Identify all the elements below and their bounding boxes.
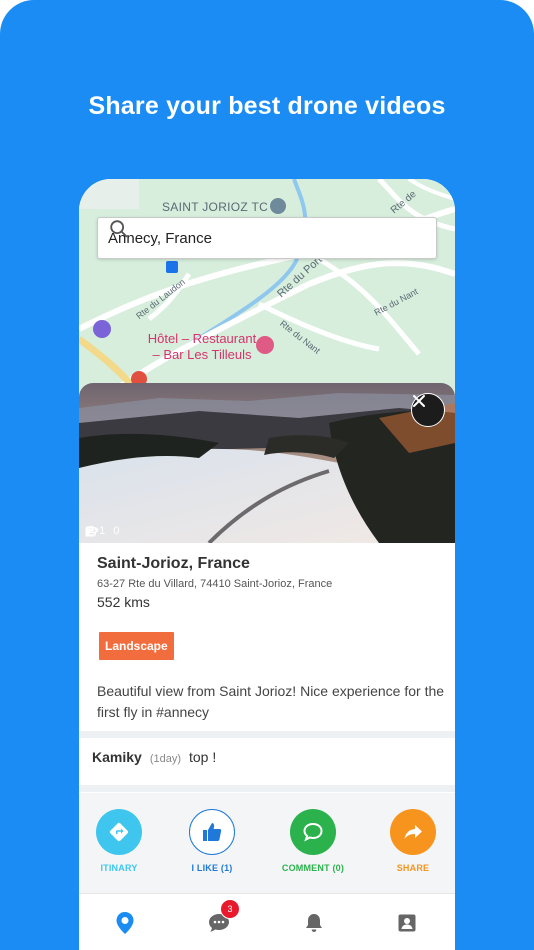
nav-profile[interactable] (392, 908, 422, 938)
share-button[interactable]: SHARE (373, 809, 453, 873)
poi-label-line2: – Bar Les Tilleuls (152, 347, 252, 362)
close-icon (413, 395, 425, 407)
phone-screen: SAINT JORIOZ TC Rte de Rte du Laudon Rte… (79, 179, 455, 950)
place-distance: 552 kms (97, 594, 150, 610)
bottom-navigation: 3 (79, 893, 455, 950)
share-arrow-icon (404, 825, 422, 839)
comments-count: 0 (113, 525, 120, 537)
thumbs-up-icon (203, 823, 222, 841)
comment-label: COMMENT (0) (281, 863, 345, 873)
comment-item: Kamiky (1day) top ! (92, 749, 216, 765)
itinerary-label: ITINARY (100, 863, 138, 873)
comment-text: top ! (189, 749, 217, 765)
nav-map[interactable] (110, 908, 140, 938)
video-stats: 5 1 0 (85, 525, 124, 537)
comment-button[interactable]: COMMENT (0) (273, 809, 353, 873)
comment-bubble-icon (303, 822, 323, 842)
separator (79, 731, 455, 738)
search-input[interactable] (106, 228, 390, 248)
nav-messages[interactable]: 3 (204, 899, 240, 938)
category-tag[interactable]: Landscape (99, 632, 174, 660)
comments-stat: 0 (85, 525, 120, 537)
separator (79, 785, 455, 792)
share-label: SHARE (396, 863, 430, 873)
app-store-frame: Share your best drone videos SAINT JORIO… (0, 0, 534, 950)
likes-stat: 1 (85, 525, 106, 537)
itinerary-circle (96, 809, 142, 855)
map-label-saint-jorioz-tc: SAINT JORIOZ TC (162, 200, 269, 214)
messages-badge: 3 (220, 899, 240, 919)
bell-icon (306, 914, 322, 932)
nav-notifications[interactable] (299, 908, 329, 938)
place-description: Beautiful view from Saint Jorioz! Nice e… (97, 683, 445, 720)
search-icon (110, 220, 128, 238)
drone-video-frame (79, 383, 455, 543)
comment-author[interactable]: Kamiky (92, 749, 142, 765)
place-address: 63-27 Rte du Villard, 74410 Saint-Jorioz… (97, 578, 333, 590)
comment-age: (1day) (149, 753, 181, 765)
share-circle (390, 809, 436, 855)
like-label: I LIKE (1) (191, 863, 233, 873)
comment-circle (290, 809, 336, 855)
place-title: Saint-Jorioz, France (97, 555, 250, 572)
poi-hotel-restaurant[interactable]: Hôtel – Restaurant – Bar Les Tilleuls (143, 331, 261, 363)
comment-outline-icon (85, 525, 97, 537)
itinerary-button[interactable]: ITINARY (79, 809, 159, 873)
video-thumbnail[interactable]: 5 1 0 (79, 383, 455, 543)
action-bar: ITINARY I LIKE (1) COMMENT (0) SHARE (79, 793, 455, 893)
poi-label-line1: Hôtel – Restaurant (147, 331, 257, 346)
profile-icon (398, 914, 416, 932)
like-button[interactable]: I LIKE (1) (172, 809, 252, 873)
map-view[interactable]: SAINT JORIOZ TC Rte de Rte du Laudon Rte… (79, 179, 455, 394)
close-video-button[interactable] (411, 393, 445, 427)
like-circle (189, 809, 235, 855)
location-pin-icon (116, 912, 134, 934)
headline: Share your best drone videos (88, 92, 446, 120)
likes-count: 1 (99, 525, 106, 537)
directions-icon (109, 822, 129, 842)
search-bar[interactable] (97, 217, 437, 259)
